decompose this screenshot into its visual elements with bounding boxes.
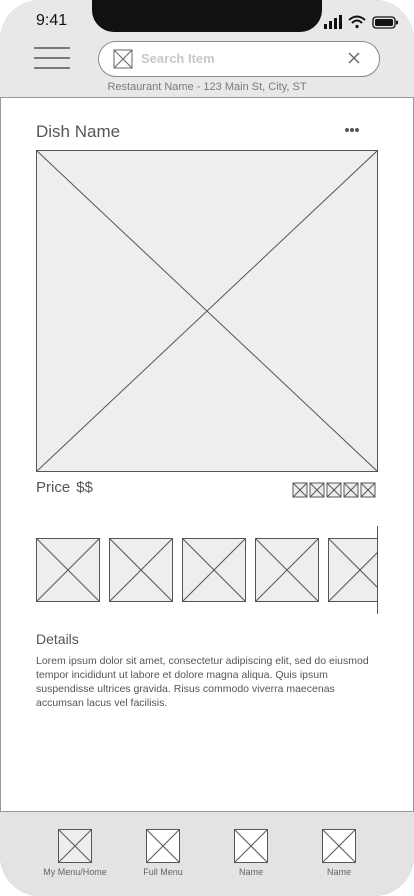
status-time: 9:41 xyxy=(36,12,68,29)
phone-frame: 9:41 Search Item Restaurant Name - 123 M… xyxy=(0,0,414,896)
tab-label: My Menu/Home xyxy=(43,867,107,877)
dish-thumbnail[interactable] xyxy=(36,538,100,602)
rating-star-icon[interactable] xyxy=(343,482,359,498)
details-heading: Details xyxy=(36,631,79,647)
hamburger-line xyxy=(34,57,70,59)
clear-search-icon[interactable] xyxy=(347,51,361,65)
tab-image-placeholder-icon xyxy=(234,829,268,863)
price-label: Price xyxy=(36,479,71,496)
tab-label: Full Menu xyxy=(143,867,183,877)
hamburger-line xyxy=(34,47,70,49)
dish-thumbnail[interactable] xyxy=(255,538,319,602)
more-options-icon[interactable] xyxy=(344,126,360,134)
search-input[interactable]: Search Item xyxy=(141,51,215,66)
tab-image-placeholder-icon xyxy=(58,829,92,863)
restaurant-info: Restaurant Name - 123 Main St, City, ST xyxy=(107,81,307,93)
tab-image-placeholder-icon xyxy=(322,829,356,863)
tab-my-menu-home[interactable]: My Menu/Home xyxy=(35,829,115,877)
tab-image-placeholder-icon xyxy=(146,829,180,863)
rating-star-icon[interactable] xyxy=(309,482,325,498)
status-icons xyxy=(324,15,398,29)
dish-thumbnail[interactable] xyxy=(328,538,378,602)
dish-title: Dish Name xyxy=(36,122,121,141)
tab-full-menu[interactable]: Full Menu xyxy=(123,829,203,877)
tab-label: Name xyxy=(326,867,351,877)
carousel-scroll-edge xyxy=(377,526,378,614)
details-text: Lorem ipsum dolor sit amet, consectetur … xyxy=(36,655,369,709)
hamburger-menu-button[interactable] xyxy=(34,44,70,72)
dish-price: Price $$ xyxy=(36,479,93,496)
device-notch xyxy=(92,0,322,32)
tab-label: Name xyxy=(238,867,263,877)
rating-star-icon[interactable] xyxy=(292,482,308,498)
thumbnail-carousel[interactable] xyxy=(36,526,378,614)
dish-image-placeholder xyxy=(36,150,378,472)
hamburger-line xyxy=(34,67,70,69)
rating-star-icon[interactable] xyxy=(360,482,376,498)
wifi-icon xyxy=(348,15,366,29)
tab-name-2[interactable]: Name xyxy=(299,829,379,877)
search-bar[interactable]: Search Item xyxy=(98,41,380,77)
dish-thumbnail[interactable] xyxy=(182,538,246,602)
tab-name-1[interactable]: Name xyxy=(211,829,291,877)
signal-icon xyxy=(324,15,342,29)
price-value: $$ xyxy=(76,479,93,496)
tab-bar: My Menu/Home Full Menu Name Name xyxy=(0,811,414,896)
rating-stars[interactable] xyxy=(292,482,378,498)
search-image-placeholder-icon xyxy=(113,49,133,69)
battery-icon xyxy=(372,16,398,29)
rating-star-icon[interactable] xyxy=(326,482,342,498)
dish-thumbnail[interactable] xyxy=(109,538,173,602)
